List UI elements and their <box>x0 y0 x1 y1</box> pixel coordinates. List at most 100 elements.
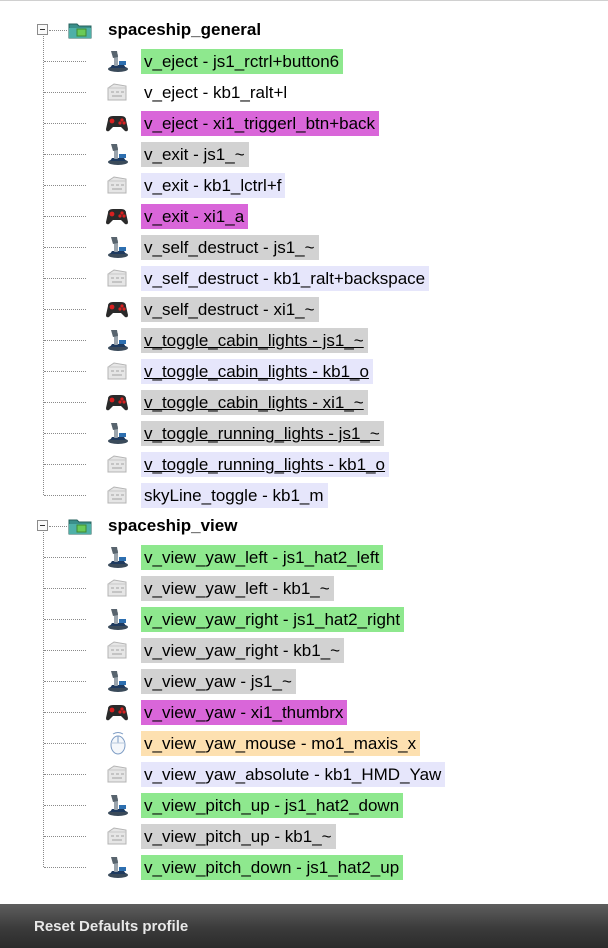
tree-connector <box>44 557 86 558</box>
tree-content: spaceship_general v_eject - js1_rctrl+but… <box>0 15 608 883</box>
folder-icon <box>68 517 92 535</box>
tree-group-label: spaceship_general <box>108 20 262 39</box>
tree-item[interactable]: v_self_destruct - xi1_~ <box>0 294 608 325</box>
tree-item[interactable]: v_view_pitch_down - js1_hat2_up <box>0 852 608 883</box>
joystick-icon <box>104 545 130 569</box>
tree-item-label: v_self_destruct - xi1_~ <box>141 297 319 322</box>
gamepad-icon <box>104 204 130 228</box>
collapse-icon[interactable] <box>37 520 48 531</box>
tree-item-label: v_toggle_cabin_lights - xi1_~ <box>141 390 368 415</box>
tree-item[interactable]: v_exit - kb1_lctrl+f <box>0 170 608 201</box>
tree-connector <box>44 681 86 682</box>
tree-connector <box>44 61 86 62</box>
tree-connector <box>44 123 86 124</box>
collapse-icon[interactable] <box>37 24 48 35</box>
joystick-icon <box>104 49 130 73</box>
tree-item[interactable]: v_toggle_running_lights - js1_~ <box>0 418 608 449</box>
tree-connector <box>44 402 86 403</box>
tree-item-label: v_eject - xi1_triggerl_btn+back <box>141 111 380 136</box>
joystick-icon <box>104 421 130 445</box>
tree-connector <box>49 526 67 527</box>
tree-item[interactable]: v_exit - xi1_a <box>0 201 608 232</box>
status-text: Reset Defaults profile <box>34 918 189 935</box>
tree-item[interactable]: v_eject - kb1_ralt+l <box>0 77 608 108</box>
gamepad-icon <box>104 111 130 135</box>
tree-connector <box>44 309 86 310</box>
tree-guide-line <box>43 532 44 867</box>
tree-connector <box>44 340 86 341</box>
keyboard-icon <box>104 452 130 476</box>
status-bar: Reset Defaults profile <box>0 904 608 948</box>
tree-item-label: v_view_yaw_left - js1_hat2_left <box>141 545 384 570</box>
tree-item-label: v_exit - js1_~ <box>141 142 249 167</box>
joystick-icon <box>104 328 130 352</box>
tree-item[interactable]: skyLine_toggle - kb1_m <box>0 480 608 511</box>
tree-item[interactable]: v_view_yaw - js1_~ <box>0 666 608 697</box>
tree-item[interactable]: v_view_yaw - xi1_thumbrx <box>0 697 608 728</box>
tree-item-label: v_eject - js1_rctrl+button6 <box>141 49 344 74</box>
tree-item[interactable]: v_toggle_running_lights - kb1_o <box>0 449 608 480</box>
keyboard-icon <box>104 576 130 600</box>
tree-group-row[interactable]: spaceship_view <box>0 511 608 542</box>
tree-item-label: v_self_destruct - js1_~ <box>141 235 319 260</box>
tree-item[interactable]: v_view_yaw_mouse - mo1_maxis_x <box>0 728 608 759</box>
joystick-icon <box>104 669 130 693</box>
tree-connector <box>44 433 86 434</box>
tree-connector <box>44 464 86 465</box>
gamepad-icon <box>104 297 130 321</box>
tree-item[interactable]: v_view_yaw_absolute - kb1_HMD_Yaw <box>0 759 608 790</box>
tree-item[interactable]: v_exit - js1_~ <box>0 139 608 170</box>
tree-item[interactable]: v_view_pitch_up - js1_hat2_down <box>0 790 608 821</box>
tree-item-label: v_view_pitch_up - kb1_~ <box>141 824 336 849</box>
tree-item[interactable]: v_toggle_cabin_lights - kb1_o <box>0 356 608 387</box>
tree-item-label: v_view_pitch_up - js1_hat2_down <box>141 793 404 818</box>
tree-connector <box>44 619 86 620</box>
tree-item-label: v_self_destruct - kb1_ralt+backspace <box>141 266 430 291</box>
tree-item[interactable]: v_self_destruct - js1_~ <box>0 232 608 263</box>
tree-item-label: v_view_yaw_left - kb1_~ <box>141 576 334 601</box>
tree-item[interactable]: v_view_yaw_left - js1_hat2_left <box>0 542 608 573</box>
tree-connector <box>44 867 86 868</box>
tree-item[interactable]: v_view_yaw_left - kb1_~ <box>0 573 608 604</box>
mouse-icon <box>104 731 130 755</box>
tree-item[interactable]: v_view_pitch_up - kb1_~ <box>0 821 608 852</box>
joystick-icon <box>104 793 130 817</box>
tree-item[interactable]: v_view_yaw_right - kb1_~ <box>0 635 608 666</box>
tree-item-label: v_exit - xi1_a <box>141 204 249 229</box>
tree-connector <box>49 30 67 31</box>
gamepad-icon <box>104 700 130 724</box>
tree-item[interactable]: v_self_destruct - kb1_ralt+backspace <box>0 263 608 294</box>
tree-group-label: spaceship_view <box>108 516 238 535</box>
gamepad-icon <box>104 390 130 414</box>
tree-item-label: v_toggle_running_lights - js1_~ <box>141 421 384 446</box>
tree-item-label: v_toggle_cabin_lights - kb1_o <box>141 359 373 384</box>
tree-connector <box>44 774 86 775</box>
tree-connector <box>44 278 86 279</box>
keyboard-icon <box>104 762 130 786</box>
tree-connector <box>44 495 86 496</box>
tree-item-label: v_view_yaw - js1_~ <box>141 669 296 694</box>
bindings-tree[interactable]: spaceship_general v_eject - js1_rctrl+but… <box>0 0 608 905</box>
tree-item-label: v_view_yaw_mouse - mo1_maxis_x <box>141 731 421 756</box>
tree-item-label: v_view_yaw_right - kb1_~ <box>141 638 345 663</box>
tree-item[interactable]: v_eject - xi1_triggerl_btn+back <box>0 108 608 139</box>
tree-connector <box>44 216 86 217</box>
tree-item-label: v_view_yaw - xi1_thumbrx <box>141 700 348 725</box>
tree-item-label: skyLine_toggle - kb1_m <box>141 483 328 508</box>
tree-item[interactable]: v_view_yaw_right - js1_hat2_right <box>0 604 608 635</box>
keyboard-icon <box>104 359 130 383</box>
tree-item[interactable]: v_toggle_cabin_lights - js1_~ <box>0 325 608 356</box>
keyboard-icon <box>104 824 130 848</box>
joystick-icon <box>104 607 130 631</box>
tree-item[interactable]: v_eject - js1_rctrl+button6 <box>0 46 608 77</box>
tree-item-label: v_view_yaw_absolute - kb1_HMD_Yaw <box>141 762 446 787</box>
tree-item[interactable]: v_toggle_cabin_lights - xi1_~ <box>0 387 608 418</box>
folder-icon <box>68 21 92 39</box>
tree-item-label: v_view_pitch_down - js1_hat2_up <box>141 855 404 880</box>
keyboard-icon <box>104 80 130 104</box>
tree-group-row[interactable]: spaceship_general <box>0 15 608 46</box>
joystick-icon <box>104 855 130 879</box>
keyboard-icon <box>104 638 130 662</box>
tree-item-label: v_exit - kb1_lctrl+f <box>141 173 286 198</box>
tree-item-label: v_toggle_cabin_lights - js1_~ <box>141 328 368 353</box>
